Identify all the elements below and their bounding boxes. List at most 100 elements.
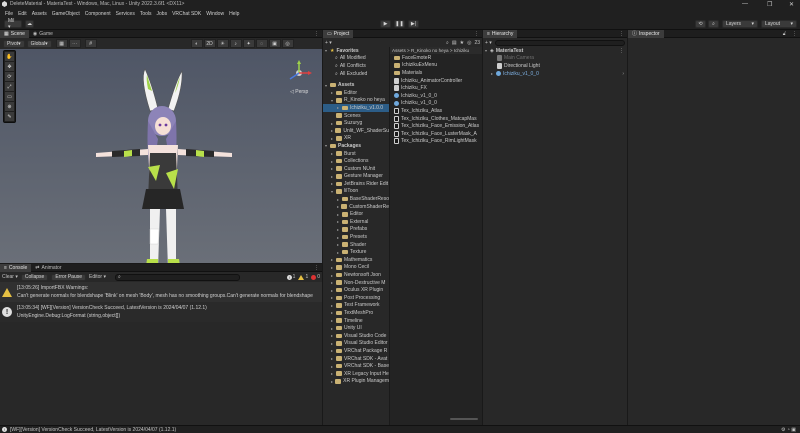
warning-count[interactable]: 1 (298, 274, 308, 280)
audio-icon[interactable]: ♪ (229, 39, 242, 48)
package-item[interactable]: ▸ Editor (323, 210, 389, 218)
file-item[interactable]: IchizikuExMenu (390, 62, 482, 70)
file-item[interactable]: Ichiziku_v1_0_0 (390, 92, 482, 100)
file-item[interactable]: Materials (390, 69, 482, 77)
file-item[interactable]: Tex_Ichiziku_Atlas (390, 107, 482, 115)
folder-tree-item[interactable]: ▸ Unlit_WF_ShaderSu (323, 127, 389, 135)
collapse-button[interactable]: Collapse (20, 273, 49, 281)
package-item[interactable]: ▸ Custom NUnit (323, 165, 389, 173)
menu-help[interactable]: Help (229, 11, 239, 17)
package-item[interactable]: ▸ CustomShaderRe (323, 203, 389, 211)
pivot-dropdown[interactable]: Pivot ▾ (3, 39, 25, 48)
more-options-icon[interactable]: ⋮ (314, 31, 319, 37)
menu-assets[interactable]: Assets (32, 11, 47, 17)
tab-hierarchy[interactable]: ≡ Hierarchy (483, 29, 518, 38)
package-item[interactable]: ▸ Unity UI (323, 324, 389, 332)
perspective-label[interactable]: ◁ Persp (290, 89, 308, 95)
file-item[interactable]: FaceEmoteR (390, 54, 482, 62)
file-item[interactable]: Tex_Ichiziku_Face_LusterMask_A (390, 130, 482, 138)
move-tool-icon[interactable]: ✥ (5, 62, 14, 71)
filter-icon[interactable]: ▤ (452, 40, 457, 46)
file-item[interactable]: Tex_Ichiziku_Clothes_MatcapMas (390, 115, 482, 123)
search-icon[interactable]: ⌕ (708, 20, 719, 28)
add-button[interactable]: + ▾ (485, 40, 492, 46)
scene-root[interactable]: ▾ ◈ MateriaTest ⋮ (483, 47, 627, 55)
package-item[interactable]: ▸ Post Processing (323, 294, 389, 302)
pause-button[interactable]: ❚❚ (394, 20, 405, 28)
package-item[interactable]: ▸ Shader (323, 241, 389, 249)
custom-tool-icon[interactable]: ✎ (5, 112, 14, 121)
2d-toggle[interactable]: 2D (203, 39, 216, 48)
console-search-input[interactable]: ⌕ (114, 273, 240, 281)
package-item[interactable]: ▸ XR Plugin Managem (323, 378, 389, 386)
package-item[interactable]: ▸ VRChat SDK - Avat (323, 355, 389, 363)
account-button[interactable]: Mil ▾ (4, 18, 22, 30)
package-item[interactable]: ▸ External (323, 218, 389, 226)
orientation-gizmo-icon[interactable] (285, 59, 313, 87)
packages-header[interactable]: ▾ Packages (323, 142, 389, 150)
rotate-tool-icon[interactable]: ⟳ (5, 72, 14, 81)
folder-tree-item[interactable]: ▸ Editor (323, 89, 389, 97)
menu-window[interactable]: Window (206, 11, 224, 17)
search-icon[interactable]: ⌕ (446, 40, 449, 46)
layers-dropdown[interactable]: Layers ▾ (722, 20, 758, 28)
hierarchy-item[interactable]: ▸ Ichiziku_v1_0_0 › (483, 70, 627, 78)
favorite-item[interactable]: ⌕ All Modified (323, 55, 389, 63)
hierarchy-item[interactable]: Main Camera (483, 55, 627, 63)
error-pause-button[interactable]: Error Pause (51, 273, 87, 281)
grid-icon[interactable]: # (84, 39, 97, 48)
file-item[interactable]: Ichiziku_v1_0_0 (390, 100, 482, 108)
package-item[interactable]: ▸ Collections (323, 157, 389, 165)
package-item[interactable]: ▸ JetBrains Rider Edit (323, 180, 389, 188)
tab-project[interactable]: ▭ Project (323, 29, 354, 38)
more-options-icon[interactable]: ⋮ (619, 31, 624, 37)
rect-tool-icon[interactable]: ▭ (5, 92, 14, 101)
package-item[interactable]: ▸ Test Framework (323, 302, 389, 310)
menu-services[interactable]: Services (116, 11, 135, 17)
package-item[interactable]: ▸ VRChat SDK - Base (323, 362, 389, 370)
step-button[interactable]: ▶| (408, 20, 419, 28)
folder-tree-item[interactable]: ▾ R_Kinoko no heya (323, 97, 389, 105)
clear-button[interactable]: Clear ▾ (2, 274, 18, 280)
hidden-packages-icon[interactable]: ◎ (467, 40, 471, 46)
menu-gameobject[interactable]: GameObject (52, 11, 80, 17)
info-count[interactable]: ! 1 (286, 274, 295, 280)
error-count[interactable]: 0 (311, 274, 320, 280)
menu-vrchat-sdk[interactable]: VRChat SDK (172, 11, 201, 17)
assets-header[interactable]: ▾ Assets (323, 81, 389, 89)
package-item[interactable]: ▸ Mono Cecil (323, 264, 389, 272)
menu-tools[interactable]: Tools (140, 11, 152, 17)
package-item[interactable]: ▸ Visual Studio Code (323, 332, 389, 340)
hand-tool-icon[interactable]: ✋ (5, 52, 14, 61)
file-item[interactable]: Ichiziku_AnimatorController (390, 77, 482, 85)
favorite-item[interactable]: ⌕ All Conflicts (323, 62, 389, 70)
folder-tree-item[interactable]: ▸ Suzuryg (323, 119, 389, 127)
file-item[interactable]: Ichiziku_FX (390, 84, 482, 92)
history-icon[interactable]: ⟲ (695, 20, 706, 28)
package-item[interactable]: ▸ Visual Studio Editor (323, 340, 389, 348)
minimize-button[interactable]: — (742, 1, 748, 7)
draw-mode-icon[interactable]: ◐ (190, 39, 203, 48)
package-item[interactable]: ▸ Non-Destructive M (323, 279, 389, 287)
favorites-header[interactable]: ▾ ★ Favorites (323, 47, 389, 55)
lock-icon[interactable]: 🔓︎ (783, 31, 786, 37)
transform-tool-icon[interactable]: ⊕ (5, 102, 14, 111)
folder-tree-item[interactable]: Scenes (323, 112, 389, 120)
menu-component[interactable]: Component (85, 11, 111, 17)
file-item[interactable]: Tex_Ichiziku_Face_Emission_Atlas (390, 122, 482, 130)
menu-file[interactable]: File (5, 11, 13, 17)
scale-tool-icon[interactable]: ⤢ (5, 82, 14, 91)
editor-dropdown[interactable]: Editor ▾ (89, 274, 106, 280)
package-item[interactable]: ▸ Prefabs (323, 226, 389, 234)
more-options-icon[interactable]: ⋮ (792, 31, 797, 37)
tab-scene[interactable]: ▦ Scene (0, 29, 29, 38)
cloud-icon[interactable]: ☁ (25, 20, 34, 28)
effects-icon[interactable]: ✦ (242, 39, 255, 48)
package-item[interactable]: ▸ Texture (323, 248, 389, 256)
lighting-icon[interactable]: ☀ (216, 39, 229, 48)
menu-jobs[interactable]: Jobs (157, 11, 168, 17)
breadcrumb-path[interactable]: Assets > R_Kinoko no heya > Ichiziku (392, 48, 469, 53)
add-button[interactable]: + ▾ (325, 40, 332, 46)
icon-size-slider[interactable] (450, 418, 478, 420)
hidden-objects-icon[interactable]: ◌ (255, 39, 268, 48)
